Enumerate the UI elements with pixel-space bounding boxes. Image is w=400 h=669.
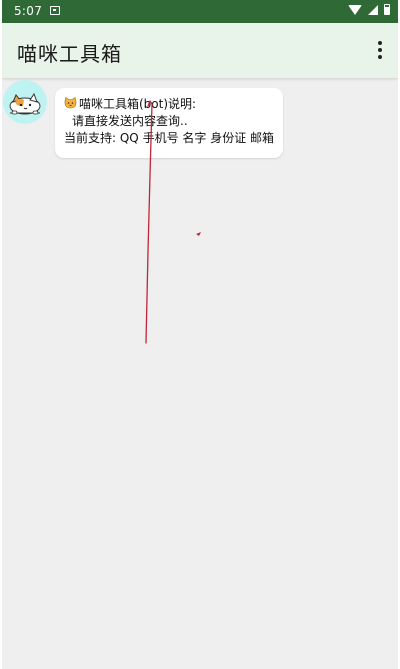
- more-vert-icon: [378, 41, 382, 45]
- more-vert-icon: [378, 55, 382, 59]
- wifi-icon: [348, 4, 362, 15]
- cat-emoji-icon: [64, 97, 77, 109]
- message-instruction: 请直接发送内容查询..: [72, 114, 188, 128]
- more-vert-icon: [378, 48, 382, 52]
- status-time: 5:07: [14, 4, 43, 18]
- notification-icon: [50, 6, 60, 15]
- status-icons: [348, 4, 390, 15]
- chat-list[interactable]: 喵咪工具箱(bot)说明: 请直接发送内容查询.. 当前支持: QQ 手机号 名…: [2, 78, 398, 669]
- bot-message-bubble[interactable]: 喵咪工具箱(bot)说明: 请直接发送内容查询.. 当前支持: QQ 手机号 名…: [55, 88, 283, 158]
- app-bar: 喵咪工具箱: [2, 23, 398, 78]
- app-screen: 5:07 喵咪工具箱 喵咪工具箱(bot)说明: 请直接发送内容查询.. 当前支…: [2, 0, 398, 669]
- bot-avatar[interactable]: [3, 80, 47, 124]
- message-line: 喵咪工具箱(bot)说明:: [64, 96, 275, 113]
- battery-icon: [384, 4, 390, 15]
- message-title: 喵咪工具箱(bot)说明:: [79, 97, 197, 111]
- more-options-button[interactable]: [372, 38, 388, 62]
- app-title: 喵咪工具箱: [17, 42, 122, 66]
- signal-icon: [368, 4, 378, 15]
- status-bar: 5:07: [2, 0, 398, 23]
- message-supported: 当前支持: QQ 手机号 名字 身份证 邮箱: [64, 131, 275, 145]
- cat-avatar-icon: [9, 92, 41, 115]
